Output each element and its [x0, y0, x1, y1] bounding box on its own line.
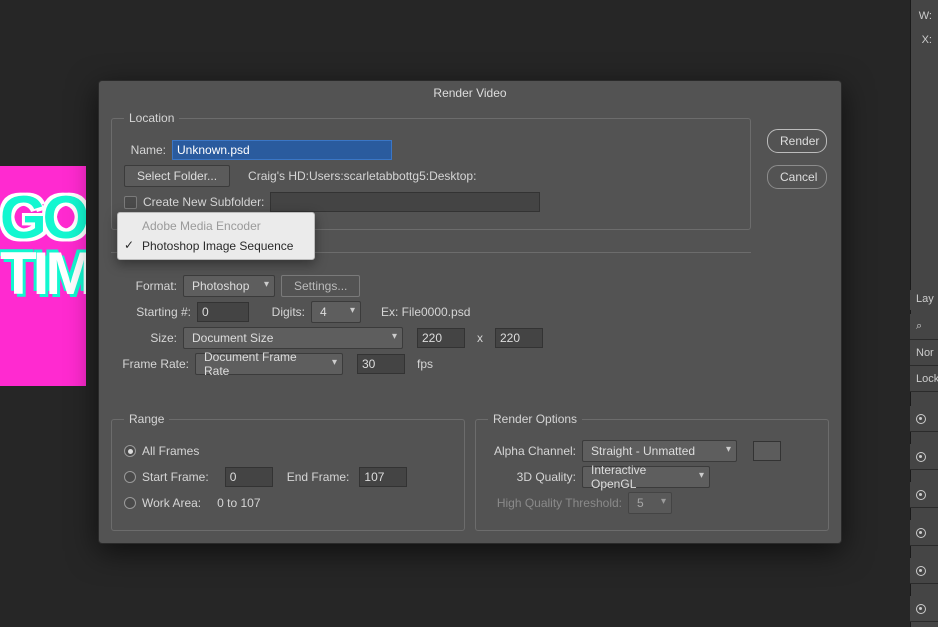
properties-x-label: X:	[922, 34, 932, 46]
range-group: Range All Frames Start Frame: End Frame:…	[111, 412, 465, 531]
layer-visibility-toggle[interactable]	[910, 558, 938, 584]
layers-panel-tab[interactable]: Lay	[910, 290, 938, 310]
layer-visibility-toggle[interactable]	[910, 482, 938, 508]
matte-color-swatch[interactable]	[753, 441, 781, 461]
encoder-option-ame: Adobe Media Encoder	[118, 216, 314, 236]
eye-icon	[916, 604, 926, 614]
framerate-input[interactable]	[357, 354, 405, 374]
location-legend: Location	[124, 111, 179, 125]
eye-icon	[916, 452, 926, 462]
filename-example: Ex: File0000.psd	[381, 305, 470, 319]
create-subfolder-checkbox[interactable]	[124, 196, 137, 209]
starting-number-label: Starting #:	[111, 305, 191, 319]
work-area-label: Work Area:	[142, 496, 201, 510]
size-preset-select[interactable]: Document Size	[183, 327, 403, 349]
render-button[interactable]: Render	[767, 129, 827, 153]
format-select[interactable]: Photoshop	[183, 275, 275, 297]
alpha-channel-label: Alpha Channel:	[488, 444, 576, 458]
blend-mode-label: Nor	[916, 347, 934, 359]
name-input[interactable]	[172, 140, 392, 160]
hq-threshold-select: 5	[628, 492, 672, 514]
size-width-input[interactable]	[417, 328, 465, 348]
digits-select[interactable]: 4	[311, 301, 361, 323]
layers-blend-row[interactable]: Nor	[910, 340, 938, 366]
properties-width-label: W:	[919, 10, 932, 22]
canvas-artwork: GO TIM	[0, 166, 86, 386]
render-options-legend: Render Options	[488, 412, 582, 426]
eye-icon	[916, 528, 926, 538]
render-options-group: Render Options Alpha Channel: Straight -…	[475, 412, 829, 531]
starting-number-input[interactable]	[197, 302, 249, 322]
render-video-dialog: Render Video Render Cancel Location Name…	[98, 80, 842, 544]
work-area-radio[interactable]	[124, 497, 136, 509]
alpha-channel-select[interactable]: Straight - Unmatted	[582, 440, 737, 462]
framerate-label: Frame Rate:	[111, 357, 189, 371]
all-frames-radio[interactable]	[124, 445, 136, 457]
encoder-option-image-sequence[interactable]: Photoshop Image Sequence	[118, 236, 314, 256]
size-label: Size:	[111, 331, 177, 345]
layer-visibility-toggle[interactable]	[910, 406, 938, 432]
layer-visibility-toggle[interactable]	[910, 520, 938, 546]
search-icon: ⌕	[916, 320, 922, 333]
end-frame-input[interactable]	[359, 467, 407, 487]
art-line-1: GO	[0, 190, 86, 246]
end-frame-label: End Frame:	[287, 470, 350, 484]
3d-quality-label: 3D Quality:	[488, 470, 576, 484]
work-area-value: 0 to 107	[217, 496, 260, 510]
encoder-settings-group: Format: Photoshop Settings... Starting #…	[111, 252, 751, 391]
folder-path: Craig's HD:Users:scarletabbottg5:Desktop…	[248, 169, 476, 183]
encoder-dropdown[interactable]: Adobe Media Encoder Photoshop Image Sequ…	[117, 212, 315, 260]
format-label: Format:	[111, 279, 177, 293]
framerate-preset-select[interactable]: Document Frame Rate	[195, 353, 343, 375]
lock-label: Lock	[916, 373, 938, 385]
all-frames-label: All Frames	[142, 444, 199, 458]
digits-label: Digits:	[263, 305, 305, 319]
3d-quality-select[interactable]: Interactive OpenGL	[582, 466, 710, 488]
select-folder-button[interactable]: Select Folder...	[124, 165, 230, 187]
art-line-2: TIM	[0, 246, 86, 302]
start-frame-input[interactable]	[225, 467, 273, 487]
eye-icon	[916, 414, 926, 424]
size-x-separator: x	[477, 331, 483, 345]
layer-visibility-toggle[interactable]	[910, 596, 938, 622]
size-height-input[interactable]	[495, 328, 543, 348]
layers-filter-row[interactable]: ⌕	[910, 314, 938, 340]
layer-visibility-toggle[interactable]	[910, 444, 938, 470]
create-subfolder-label: Create New Subfolder:	[143, 195, 264, 209]
eye-icon	[916, 490, 926, 500]
framerate-unit: fps	[417, 357, 433, 371]
start-frame-label: Start Frame:	[142, 470, 209, 484]
subfolder-name-input[interactable]	[270, 192, 540, 212]
eye-icon	[916, 566, 926, 576]
range-legend: Range	[124, 412, 169, 426]
start-frame-radio[interactable]	[124, 471, 136, 483]
cancel-button[interactable]: Cancel	[767, 165, 827, 189]
name-label: Name:	[124, 143, 166, 157]
layers-lock-row: Lock	[910, 366, 938, 392]
layer-visibility-column	[910, 406, 938, 626]
dialog-title: Render Video	[99, 81, 841, 105]
settings-button[interactable]: Settings...	[281, 275, 360, 297]
hq-threshold-label: High Quality Threshold:	[488, 496, 622, 510]
